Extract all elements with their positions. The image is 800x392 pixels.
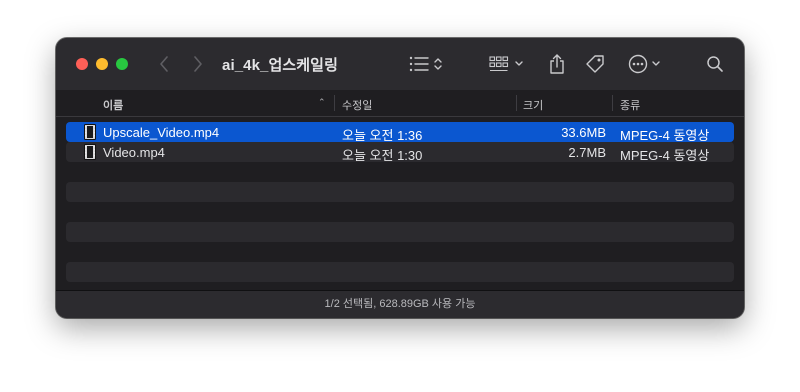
file-row[interactable]: Upscale_Video.mp4 오늘 오전 1:36 33.6MB MPEG… — [66, 122, 734, 143]
column-divider[interactable] — [612, 95, 613, 111]
status-bar: 1/2 선택됨, 628.89GB 사용 가능 — [56, 290, 744, 318]
view-mode-button[interactable] — [406, 52, 446, 76]
column-divider[interactable] — [334, 95, 335, 111]
column-header-size[interactable]: 크기 — [523, 97, 543, 113]
empty-row — [66, 182, 734, 202]
column-header-bar: 이름 ⌃ 수정일 크기 종류 — [56, 90, 744, 117]
file-name: Video.mp4 — [103, 145, 165, 160]
file-list: Upscale_Video.mp4 오늘 오전 1:36 33.6MB MPEG… — [66, 122, 734, 318]
column-header-kind[interactable]: 종류 — [620, 97, 640, 113]
status-text: 1/2 선택됨, 628.89GB 사용 가능 — [324, 298, 476, 310]
empty-row — [66, 202, 734, 222]
back-button[interactable] — [156, 52, 172, 76]
finder-window: ai_4k_업스케일링 이름 ⌃ 수정일 크기 종류 Upscale_Video… — [56, 38, 744, 318]
column-header-date[interactable]: 수정일 — [342, 97, 372, 113]
group-button[interactable] — [488, 52, 528, 76]
video-file-icon — [84, 124, 96, 143]
empty-row — [66, 222, 734, 242]
search-button[interactable] — [704, 52, 726, 76]
toolbar: ai_4k_업스케일링 — [56, 38, 744, 91]
list-view-icon — [409, 56, 442, 72]
empty-row — [66, 162, 734, 182]
file-row[interactable]: Video.mp4 오늘 오전 1:30 2.7MB MPEG-4 동영상 — [66, 142, 734, 163]
ellipsis-circle-icon — [628, 54, 660, 74]
action-menu-button[interactable] — [626, 52, 666, 76]
share-icon — [550, 54, 564, 74]
empty-row — [66, 262, 734, 282]
column-divider[interactable] — [516, 95, 517, 111]
file-name: Upscale_Video.mp4 — [103, 125, 220, 140]
tag-icon — [586, 55, 604, 73]
search-icon — [707, 56, 723, 72]
sort-ascending-icon[interactable]: ⌃ — [318, 97, 326, 108]
grid-group-icon — [489, 56, 523, 72]
video-file-icon — [84, 144, 96, 163]
empty-row — [66, 242, 734, 262]
chevron-left-icon — [160, 56, 168, 72]
file-size: 33.6MB — [561, 125, 606, 140]
tag-button[interactable] — [584, 52, 606, 76]
file-size: 2.7MB — [568, 145, 606, 160]
close-window-button[interactable] — [76, 58, 88, 70]
window-title: ai_4k_업스케일링 — [222, 57, 338, 74]
zoom-window-button[interactable] — [116, 58, 128, 70]
share-button[interactable] — [546, 52, 568, 76]
column-header-name[interactable]: 이름 — [103, 97, 123, 113]
minimize-window-button[interactable] — [96, 58, 108, 70]
forward-button[interactable] — [190, 52, 206, 76]
chevron-right-icon — [194, 56, 202, 72]
